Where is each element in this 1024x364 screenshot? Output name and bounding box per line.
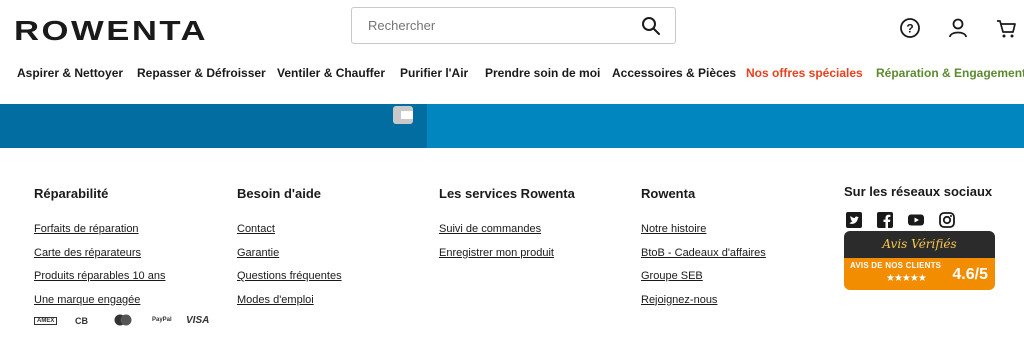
youtube-icon[interactable] bbox=[908, 212, 924, 228]
footer-link[interactable]: Suivi de commandes bbox=[439, 223, 575, 247]
facebook-icon[interactable] bbox=[877, 212, 893, 228]
payment-methods: AMEX CB PayPal VISA bbox=[34, 314, 224, 328]
footer-link[interactable]: Forfaits de réparation bbox=[34, 223, 165, 247]
footer-col-services: Les services Rowenta Suivi de commandes … bbox=[439, 186, 575, 270]
footer-link[interactable]: Enregistrer mon produit bbox=[439, 247, 575, 271]
avis-verifies-badge[interactable]: Avis Vérifiés AVIS DE NOS CLIENTS ★★★★★ … bbox=[844, 231, 995, 290]
svg-text:ROWENTA: ROWENTA bbox=[14, 15, 208, 46]
footer-link[interactable]: Notre histoire bbox=[641, 223, 766, 247]
paypal-icon: PayPal bbox=[152, 317, 172, 323]
footer-link[interactable]: Rejoignez-nous bbox=[641, 294, 766, 318]
help-icon[interactable]: ? bbox=[899, 17, 921, 39]
rowenta-logo[interactable]: ROWENTA bbox=[14, 14, 210, 46]
social-icons bbox=[844, 212, 964, 230]
svg-text:?: ? bbox=[906, 22, 913, 36]
search-box[interactable] bbox=[351, 7, 676, 44]
footer-col-reparabilite: Réparabilité Forfaits de réparation Cart… bbox=[34, 186, 165, 317]
footer-link[interactable]: Groupe SEB bbox=[641, 270, 766, 294]
nav-item-accessoires[interactable]: Accessoires & Pièces bbox=[612, 66, 736, 80]
footer-link[interactable]: Questions fréquentes bbox=[237, 270, 342, 294]
instagram-icon[interactable] bbox=[939, 212, 955, 228]
main-nav: Aspirer & Nettoyer Repasser & Défroisser… bbox=[0, 66, 1024, 88]
search-input[interactable] bbox=[368, 8, 628, 43]
footer-link[interactable]: Carte des réparateurs bbox=[34, 247, 165, 271]
avis-verifies-brand: Avis Vérifiés bbox=[882, 237, 957, 251]
nav-item-repasser[interactable]: Repasser & Défroisser bbox=[137, 66, 266, 80]
avis-score: 4.6/5 bbox=[952, 266, 988, 283]
amex-icon: AMEX bbox=[34, 317, 58, 325]
avis-verifies-body: AVIS DE NOS CLIENTS ★★★★★ 4.6/5 bbox=[844, 258, 995, 290]
footer-link[interactable]: Contact bbox=[237, 223, 342, 247]
footer-link[interactable]: Modes d'emploi bbox=[237, 294, 342, 318]
promo-band-left bbox=[0, 104, 427, 148]
footer-col-title: Réparabilité bbox=[34, 186, 109, 201]
avis-label: AVIS DE NOS CLIENTS bbox=[850, 261, 942, 270]
rating-stars-icon: ★★★★★ bbox=[886, 273, 927, 284]
social-title: Sur les réseaux sociaux bbox=[844, 184, 993, 199]
footer-link[interactable]: Produits réparables 10 ans bbox=[34, 270, 165, 294]
nav-item-ventiler[interactable]: Ventiler & Chauffer bbox=[277, 66, 385, 80]
footer-col-title: Rowenta bbox=[641, 186, 696, 201]
site-header: ROWENTA ? Aspirer & Nettoyer Repasser & … bbox=[0, 0, 1024, 104]
nav-item-offres[interactable]: Nos offres spéciales bbox=[746, 66, 863, 80]
footer-col-rowenta: Rowenta Notre histoire BtoB - Cadeaux d'… bbox=[641, 186, 766, 317]
search-icon[interactable] bbox=[641, 16, 661, 36]
footer-col-title: Les services Rowenta bbox=[439, 186, 575, 201]
account-icon[interactable] bbox=[947, 17, 969, 39]
mastercard-icon bbox=[114, 314, 132, 328]
footer-link[interactable]: Garantie bbox=[237, 247, 342, 271]
promo-band bbox=[0, 104, 1024, 148]
visa-icon: VISA bbox=[186, 315, 210, 326]
footer-col-title: Besoin d'aide bbox=[237, 186, 321, 201]
social-section: Sur les réseaux sociaux bbox=[844, 184, 993, 228]
nav-item-aspirer[interactable]: Aspirer & Nettoyer bbox=[17, 66, 123, 80]
nav-item-soin[interactable]: Prendre soin de moi bbox=[485, 66, 600, 80]
footer-col-aide: Besoin d'aide Contact Garantie Questions… bbox=[237, 186, 342, 317]
twitter-icon[interactable] bbox=[846, 212, 862, 228]
cart-icon[interactable] bbox=[995, 17, 1017, 39]
footer-link[interactable]: BtoB - Cadeaux d'affaires bbox=[641, 247, 766, 271]
nav-item-reparation[interactable]: Réparation & Engagement bbox=[876, 66, 1024, 80]
site-footer: Réparabilité Forfaits de réparation Cart… bbox=[0, 148, 1024, 364]
nav-item-purifier[interactable]: Purifier l'Air bbox=[400, 66, 468, 80]
certification-thumbnail bbox=[381, 104, 427, 130]
avis-verifies-header: Avis Vérifiés bbox=[844, 231, 995, 258]
cb-icon: CB bbox=[75, 316, 88, 326]
